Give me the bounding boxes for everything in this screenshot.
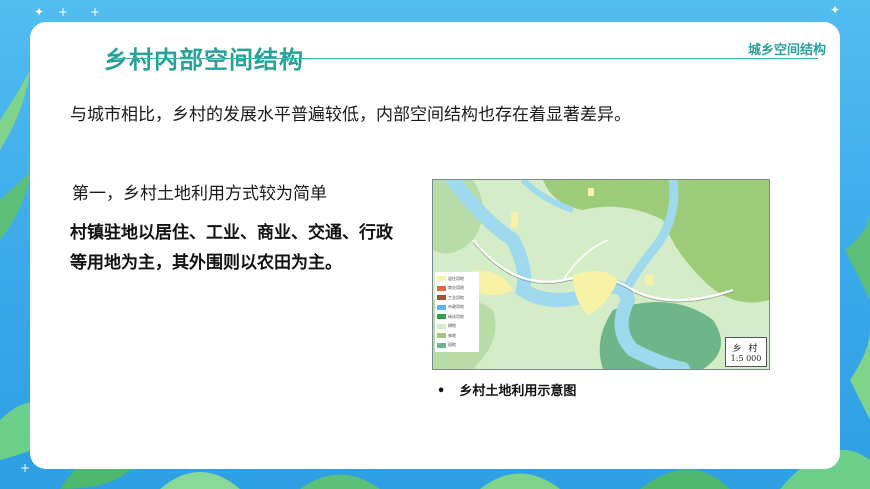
- scale-name: 乡 村: [732, 344, 760, 354]
- legend-label: 商业用地: [448, 285, 464, 291]
- scale-ratio: 1:5 000: [730, 354, 762, 363]
- legend-swatch: [437, 323, 446, 329]
- legend-item: 绿化用地: [437, 312, 477, 322]
- legend-swatch: [437, 314, 446, 320]
- legend-label: 工业用地: [448, 294, 464, 300]
- legend-item: 市政用地: [437, 303, 477, 313]
- legend-swatch: [437, 276, 446, 282]
- content-card: 乡村内部空间结构 城乡空间结构 与城市相比，乡村的发展水平普遍较低，内部空间结构…: [30, 22, 840, 469]
- legend-label: 耕地: [448, 323, 456, 329]
- caption-bullet: •: [437, 384, 446, 399]
- legend-item: 商业用地: [437, 284, 477, 294]
- legend-item: 居住用地: [437, 274, 477, 284]
- point-heading: 第一，乡村土地利用方式较为简单: [72, 184, 327, 204]
- legend-swatch: [437, 342, 446, 348]
- map-graphic: [433, 180, 769, 369]
- map-legend: 居住用地商业用地工业用地市政用地绿化用地耕地林地园地: [435, 272, 479, 352]
- legend-label: 市政用地: [448, 304, 464, 310]
- legend-swatch: [437, 333, 446, 339]
- map-caption: • 乡村土地利用示意图: [437, 380, 576, 399]
- caption-text: 乡村土地利用示意图: [459, 384, 577, 399]
- legend-swatch: [437, 285, 446, 291]
- map-scale-box: 乡 村 1:5 000: [725, 337, 767, 367]
- legend-label: 林地: [448, 332, 456, 338]
- intro-text: 与城市相比，乡村的发展水平普遍较低，内部空间结构也存在着显著差异。: [70, 105, 631, 125]
- legend-item: 耕地: [437, 322, 477, 332]
- legend-item: 林地: [437, 331, 477, 341]
- title-divider: [114, 58, 818, 59]
- legend-label: 绿化用地: [448, 313, 464, 319]
- legend-swatch: [437, 295, 446, 301]
- legend-item: 工业用地: [437, 293, 477, 303]
- legend-label: 园地: [448, 342, 456, 348]
- legend-item: 园地: [437, 341, 477, 351]
- section-tag: 城乡空间结构: [747, 43, 826, 58]
- land-use-map: 居住用地商业用地工业用地市政用地绿化用地耕地林地园地 乡 村 1:5 000: [432, 179, 770, 370]
- point-body: 村镇驻地以居住、工业、商业、交通、行政等用地为主，其外围则以农田为主。: [70, 223, 393, 273]
- legend-label: 居住用地: [448, 275, 464, 281]
- legend-swatch: [437, 304, 446, 310]
